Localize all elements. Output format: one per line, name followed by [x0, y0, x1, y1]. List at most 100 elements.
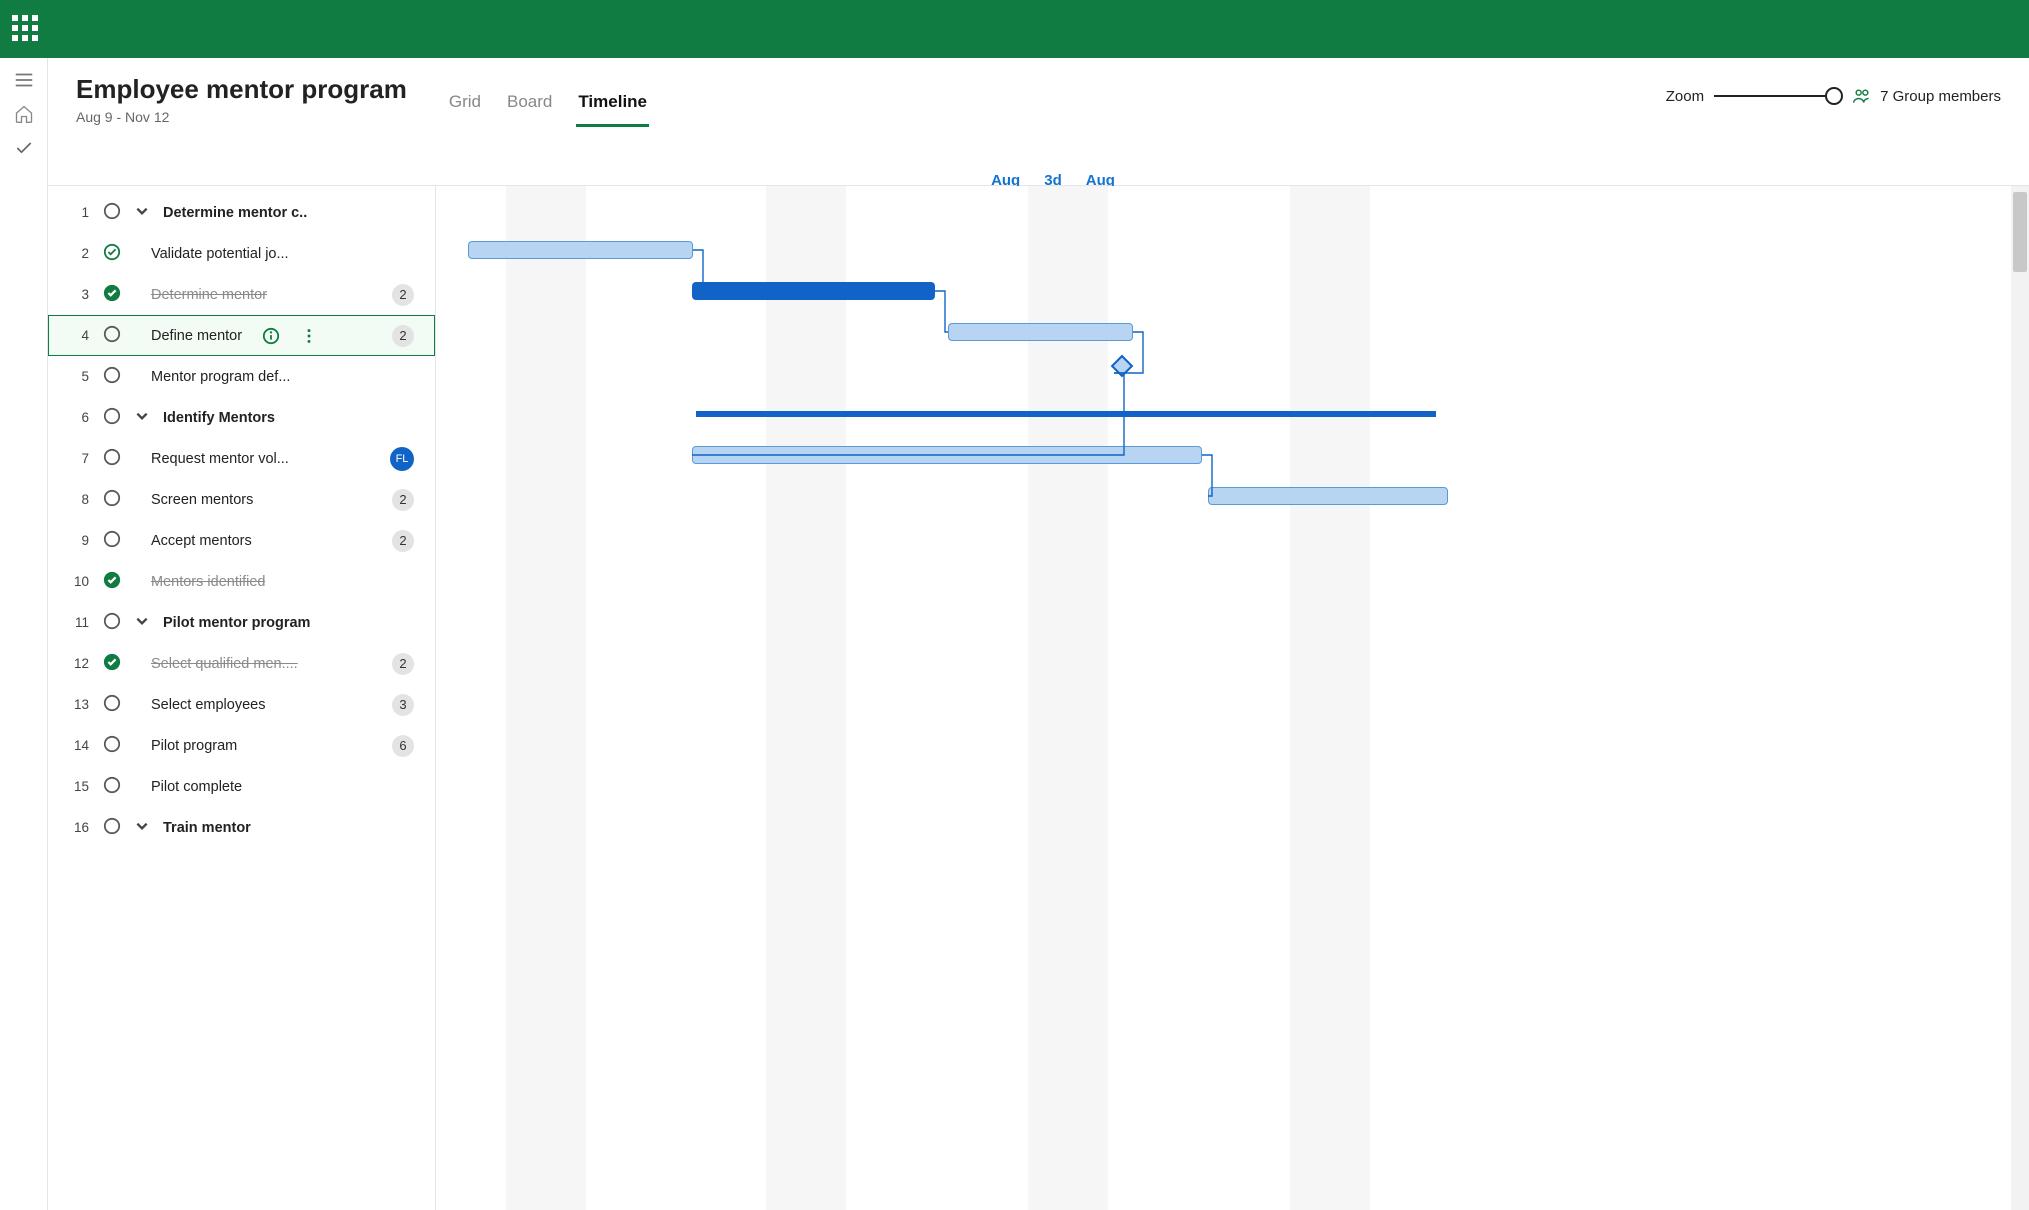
task-row[interactable]: 13Select employees3 [48, 684, 435, 725]
task-row[interactable]: 2Validate potential jo... [48, 233, 435, 274]
status-icon[interactable] [103, 735, 121, 757]
gantt-chart[interactable] [436, 186, 2029, 1210]
task-name: Train mentor [163, 820, 251, 836]
status-icon[interactable] [103, 530, 121, 552]
hamburger-icon[interactable] [12, 68, 36, 92]
row-number: 7 [67, 451, 89, 466]
count-badge: 2 [392, 325, 414, 347]
task-name: Determine mentor [135, 287, 267, 303]
task-row[interactable]: 9Accept mentors2 [48, 520, 435, 561]
count-badge: 2 [392, 284, 414, 306]
row-number: 14 [67, 738, 89, 753]
more-icon[interactable] [300, 327, 318, 345]
row-number: 2 [67, 246, 89, 261]
status-icon[interactable] [103, 653, 121, 675]
status-icon[interactable] [103, 817, 121, 839]
count-badge: 2 [392, 489, 414, 511]
status-icon[interactable] [103, 325, 121, 347]
members-count: 7 Group members [1880, 88, 2001, 105]
count-badge: 6 [392, 735, 414, 757]
row-number: 13 [67, 697, 89, 712]
view-tabs: Grid Board Timeline [447, 86, 649, 127]
row-number: 9 [67, 533, 89, 548]
task-row[interactable]: 6 Identify Mentors [48, 397, 435, 438]
status-icon[interactable] [103, 776, 121, 798]
task-list: 1 Determine mentor c.. 2Validate potential… [48, 186, 436, 1210]
app-launcher-icon[interactable] [12, 15, 40, 43]
task-row[interactable]: 14Pilot program6 [48, 725, 435, 766]
zoom-slider[interactable]: Zoom [1666, 88, 1834, 105]
task-name: Screen mentors [135, 492, 253, 508]
status-icon[interactable] [103, 694, 121, 716]
home-icon[interactable] [12, 102, 36, 126]
tab-grid[interactable]: Grid [447, 86, 483, 127]
status-icon[interactable] [103, 284, 121, 306]
check-icon[interactable] [12, 136, 36, 160]
expand-chevron-icon[interactable] [135, 614, 149, 632]
count-badge: 2 [392, 653, 414, 675]
row-number: 4 [67, 328, 89, 343]
task-name: Select employees [135, 697, 265, 713]
status-icon[interactable] [103, 571, 121, 593]
status-icon[interactable] [103, 366, 121, 388]
left-rail [0, 58, 48, 1210]
count-badge: 2 [392, 530, 414, 552]
task-row[interactable]: 15 Pilot complete [48, 766, 435, 807]
task-row[interactable]: 1 Determine mentor c.. [48, 192, 435, 233]
row-number: 6 [67, 410, 89, 425]
tab-timeline[interactable]: Timeline [576, 86, 649, 127]
weekend-band [1290, 186, 1370, 1210]
info-icon[interactable] [262, 327, 280, 345]
task-name: Define mentor [135, 328, 242, 344]
task-bar[interactable] [692, 282, 935, 300]
expand-chevron-icon[interactable] [135, 204, 149, 222]
task-bar[interactable] [468, 241, 693, 259]
task-row[interactable]: 5 Mentor program def... [48, 356, 435, 397]
status-icon[interactable] [103, 407, 121, 429]
status-icon[interactable] [103, 489, 121, 511]
task-name: Determine mentor c.. [163, 205, 307, 221]
status-icon[interactable] [103, 243, 121, 265]
task-row[interactable]: 8 Screen mentors 2 [48, 479, 435, 520]
row-number: 5 [67, 369, 89, 384]
expand-chevron-icon[interactable] [135, 409, 149, 427]
project-header: Employee mentor program Aug 9 - Nov 12 G… [48, 58, 2029, 186]
members-button[interactable]: 7 Group members [1852, 86, 2001, 106]
task-name: Pilot complete [135, 779, 242, 795]
task-bar[interactable] [948, 323, 1133, 341]
status-icon[interactable] [103, 612, 121, 634]
row-number: 10 [67, 574, 89, 589]
task-row[interactable]: 7Request mentor vol...FL [48, 438, 435, 479]
app-topbar [0, 0, 2029, 58]
task-name: Select qualified men.... [135, 656, 298, 672]
task-row[interactable]: 16 Train mentor [48, 807, 435, 848]
project-dates: Aug 9 - Nov 12 [76, 109, 407, 125]
assignee-badge[interactable]: FL [390, 447, 414, 471]
task-row[interactable]: 12 Select qualified men.... 2 [48, 643, 435, 684]
task-row[interactable]: 3 Determine mentor 2 [48, 274, 435, 315]
row-number: 1 [67, 205, 89, 220]
row-number: 16 [67, 820, 89, 835]
dependency-link [688, 246, 701, 299]
members-icon [1852, 86, 1872, 106]
row-number: 11 [67, 615, 89, 630]
task-row[interactable]: 4 Define mentor 2 [48, 315, 435, 356]
task-name: Identify Mentors [163, 410, 275, 426]
task-name: Mentor program def... [135, 369, 290, 385]
task-row[interactable]: 10Mentors identified [48, 561, 435, 602]
status-icon[interactable] [103, 448, 121, 470]
tab-board[interactable]: Board [505, 86, 554, 127]
zoom-label: Zoom [1666, 88, 1704, 105]
expand-chevron-icon[interactable] [135, 819, 149, 837]
row-number: 15 [67, 779, 89, 794]
dependency-link [688, 369, 1122, 463]
row-number: 8 [67, 492, 89, 507]
task-bar[interactable] [1208, 487, 1448, 505]
status-icon[interactable] [103, 202, 121, 224]
project-title: Employee mentor program [76, 74, 407, 105]
dependency-link [1198, 451, 1216, 504]
task-row[interactable]: 11Pilot mentor program [48, 602, 435, 643]
scrollbar[interactable] [2011, 186, 2029, 1210]
row-number: 12 [67, 656, 89, 671]
row-number: 3 [67, 287, 89, 302]
